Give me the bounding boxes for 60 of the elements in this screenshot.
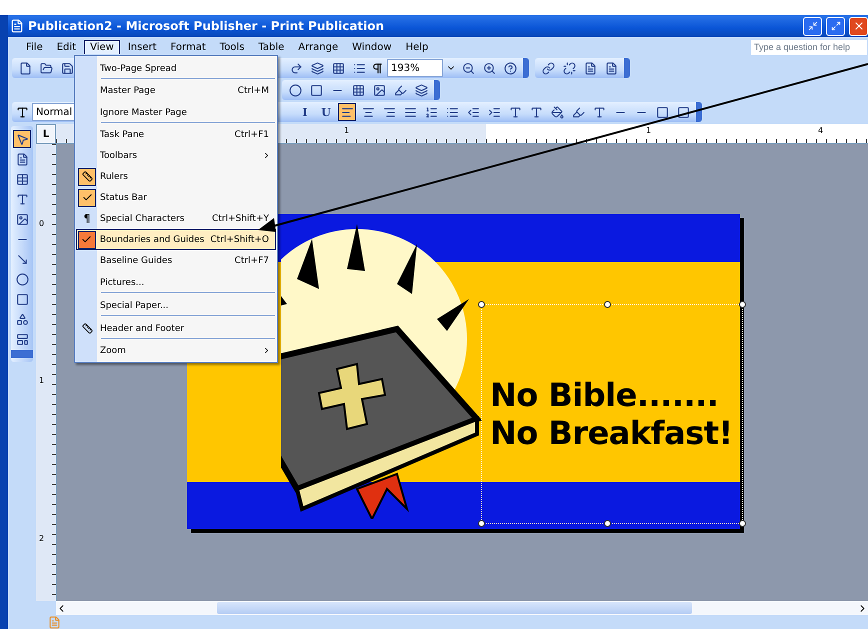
menu-option[interactable]: Status Bar <box>76 187 276 208</box>
shortcut-text: Ctrl+M <box>238 86 269 96</box>
selection-handle[interactable] <box>604 520 611 527</box>
pointer-icon[interactable] <box>13 130 31 148</box>
shortcut-text: Ctrl+F7 <box>234 256 269 266</box>
menu-item[interactable]: File <box>20 40 49 54</box>
menu-option[interactable]: Baseline Guides Ctrl+F7 <box>76 250 276 271</box>
selection-handle[interactable] <box>739 301 746 308</box>
menu-item[interactable]: Edit <box>50 40 82 54</box>
check-icon <box>82 192 92 203</box>
align-left-icon[interactable] <box>338 103 356 121</box>
minimize-icon <box>808 21 818 31</box>
shortcut-text: Ctrl+F1 <box>234 130 269 140</box>
menu-option[interactable]: Toolbars <box>76 145 276 166</box>
maximize-icon <box>830 21 840 31</box>
window-title: Publication2 - Microsoft Publisher - Print Publication <box>28 19 386 33</box>
maximize-button[interactable] <box>826 16 845 36</box>
ruler-icon <box>82 171 92 182</box>
shortcut-text: Ctrl+Shift+Y <box>212 214 269 224</box>
format-button[interactable]: U <box>317 103 335 121</box>
menu-item[interactable]: Window <box>346 40 398 54</box>
menu-item[interactable]: Format <box>164 40 212 54</box>
shortcut-text: Ctrl+Shift+O <box>210 234 269 244</box>
selection-handle[interactable] <box>478 520 485 527</box>
menu-option[interactable]: Boundaries and Guides Ctrl+Shift+O <box>76 229 276 250</box>
menu-option[interactable]: Master Page Ctrl+M <box>76 80 276 101</box>
menu-option[interactable]: ¶ Special Characters Ctrl+Shift+Y <box>76 208 276 229</box>
menu-option[interactable]: Rulers <box>76 166 276 187</box>
menu-item[interactable]: Tools <box>214 40 250 54</box>
menu-item[interactable]: View <box>84 40 120 54</box>
menu-item[interactable]: Help <box>400 40 434 54</box>
ruler-number: 2 <box>39 534 44 543</box>
menu-option[interactable]: Task Pane Ctrl+F1 <box>76 124 276 145</box>
headline-text: No Bible....... <box>490 376 720 414</box>
ruler-number: 4 <box>818 126 824 135</box>
ruler-number: 1 <box>344 126 350 135</box>
scroll-thumb[interactable] <box>217 602 692 614</box>
headline-text: No Breakfast! <box>490 414 734 452</box>
close-icon <box>852 20 864 32</box>
ruler-number: 0 <box>39 219 44 228</box>
format-button[interactable]: I <box>296 103 314 121</box>
styles-icon[interactable] <box>16 106 29 118</box>
menu-item[interactable]: Arrange <box>292 40 344 54</box>
tab-selector[interactable]: L <box>36 124 56 144</box>
minimize-button[interactable] <box>803 16 822 36</box>
menu-item[interactable]: Insert <box>122 40 163 54</box>
close-button[interactable] <box>849 16 868 36</box>
zoom-field[interactable]: 193% <box>387 59 443 77</box>
pilcrow-glyph: ¶ <box>84 212 90 225</box>
menu-option[interactable]: Zoom <box>76 340 276 361</box>
help-search-field[interactable]: Type a question for help <box>750 38 868 56</box>
check-icon <box>81 234 92 245</box>
ruler-number: 1 <box>39 376 44 385</box>
menu-item[interactable]: Table <box>252 40 290 54</box>
ruler-number: 1 <box>646 126 652 135</box>
pilcrow-icon[interactable] <box>371 62 384 74</box>
text-frame[interactable]: No Bible....... No Breakfast! <box>481 304 743 524</box>
horizontal-scrollbar[interactable] <box>56 601 868 615</box>
app-icon <box>10 19 24 33</box>
selection-handle[interactable] <box>739 520 746 527</box>
